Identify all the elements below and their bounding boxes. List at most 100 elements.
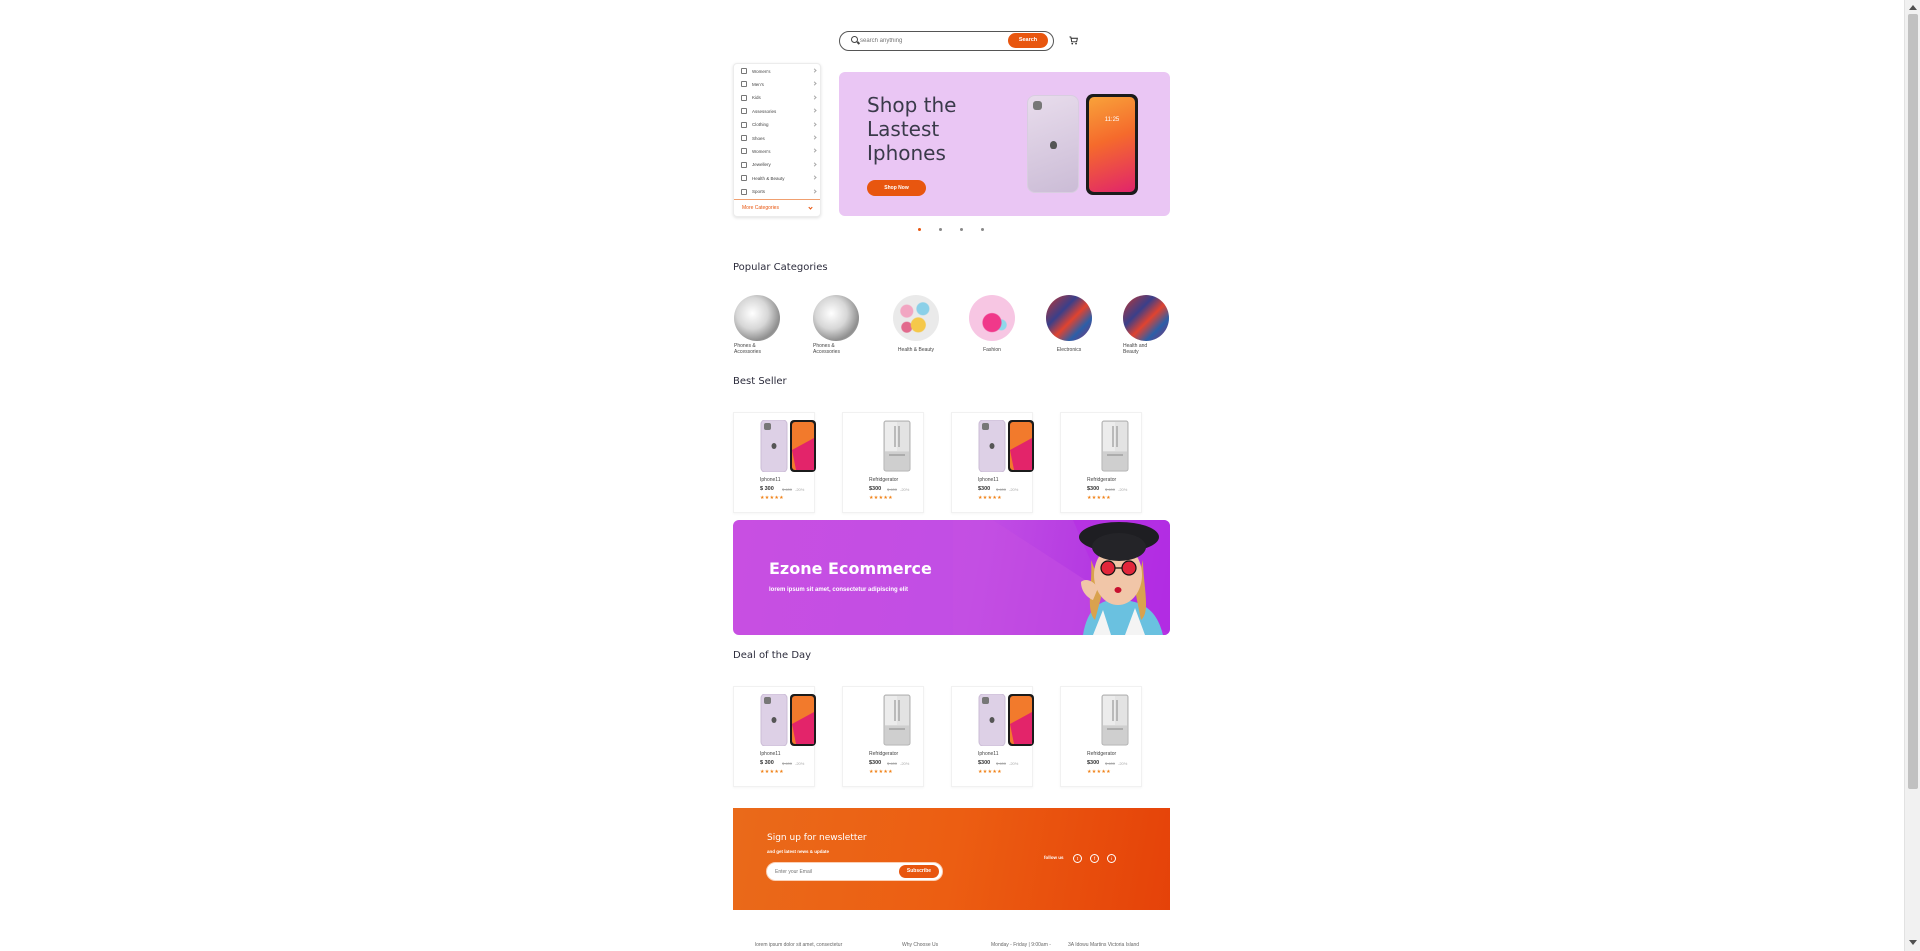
product-name: Iphone11: [760, 751, 781, 757]
search-input[interactable]: [860, 34, 1000, 48]
twitter-icon[interactable]: t: [1073, 854, 1082, 863]
product-old-price: $ 400: [996, 761, 1007, 766]
glasses-icon: [741, 108, 747, 115]
category-item[interactable]: Clothing: [741, 120, 817, 130]
product-discount: -20%: [1009, 761, 1019, 766]
promo-banner[interactable]: Ezone Ecommerce lorem ipsum sit amet, co…: [733, 520, 1170, 635]
ring-icon: [741, 161, 747, 168]
beauty-icon: [741, 175, 747, 182]
category-image: [1046, 295, 1092, 341]
category-label: Sports: [752, 189, 766, 195]
product-discount: -20%: [900, 487, 910, 492]
product-price: $300: [1087, 760, 1100, 766]
footer-why-choose-us[interactable]: Why Choose Us: [902, 942, 938, 948]
chevron-right-icon: [812, 135, 817, 140]
category-image: [969, 295, 1015, 341]
shopping-cart-icon[interactable]: [1069, 36, 1078, 45]
category-item[interactable]: Women's: [741, 66, 817, 76]
category-label: Health & Beauty: [752, 175, 785, 181]
product-card[interactable]: Refridgerator $300 $ 400 -20% ★★★★★: [1060, 412, 1142, 513]
refrigerator-image: [869, 694, 929, 746]
search-icon: [851, 36, 858, 43]
product-price: $300: [1087, 486, 1100, 492]
category-item[interactable]: Men's: [741, 79, 817, 89]
category-label: Clothing: [752, 122, 769, 128]
product-card[interactable]: Iphone11 $ 300 $ 400 -20% ★★★★★: [733, 412, 816, 513]
carousel-dot[interactable]: [939, 228, 942, 231]
product-discount: -20%: [900, 761, 910, 766]
product-old-price: $ 400: [887, 761, 898, 766]
category-label: Jewellery: [752, 162, 771, 168]
category-image: [1123, 295, 1169, 341]
chevron-right-icon: [812, 95, 817, 100]
chevron-right-icon: [812, 121, 817, 127]
product-name: Refridgerator: [1087, 751, 1117, 757]
shirt-icon: [741, 81, 747, 88]
newsletter-title: Sign up for newsletter: [767, 833, 867, 843]
category-item[interactable]: Health & Beauty: [741, 173, 817, 183]
category-item[interactable]: Kids: [741, 93, 817, 103]
product-discount: -20%: [1118, 761, 1128, 766]
scrollbar-thumb[interactable]: [1908, 14, 1918, 789]
shop-now-button[interactable]: Shop Now: [867, 180, 926, 196]
category-image: [813, 295, 859, 341]
chevron-right-icon: [812, 68, 817, 73]
popular-categories-title: Popular Categories: [733, 262, 828, 273]
scrollbar[interactable]: [1904, 0, 1920, 951]
email-field[interactable]: [775, 867, 885, 877]
category-item[interactable]: Jewellery: [741, 160, 817, 170]
product-card[interactable]: Refridgerator $300 $ 400 -20% ★★★★★: [842, 412, 924, 513]
deal-of-the-day-title: Deal of the Day: [733, 650, 812, 661]
rating-stars-icon: ★★★★★: [760, 769, 784, 775]
category-item[interactable]: Sports: [741, 187, 817, 197]
hanger-icon: [741, 121, 747, 128]
shoe-icon: [741, 135, 747, 141]
category-label: Women's: [752, 68, 771, 74]
product-card[interactable]: Iphone11 $300 $ 400 -20% ★★★★★: [951, 686, 1034, 787]
popular-category-label: Electronics: [1056, 347, 1082, 353]
scroll-down-arrow-icon[interactable]: [1909, 940, 1917, 945]
product-price: $300: [978, 486, 991, 492]
category-item[interactable]: Shoes: [741, 133, 817, 143]
best-seller-title: Best Seller: [733, 376, 787, 387]
iphone-image: [760, 693, 820, 747]
more-categories-label: More Categories: [742, 205, 779, 211]
category-item[interactable]: Assessories: [741, 106, 817, 116]
carousel-dot[interactable]: [918, 228, 921, 231]
promo-title: Ezone Ecommerce: [769, 559, 932, 578]
subscribe-button[interactable]: Subscribe: [899, 865, 939, 878]
instagram-icon[interactable]: i: [1107, 854, 1116, 863]
popular-category-label: Health and Beauty: [1123, 343, 1148, 355]
refrigerator-image: [1087, 694, 1147, 746]
rating-stars-icon: ★★★★★: [869, 769, 893, 775]
rating-stars-icon: ★★★★★: [869, 495, 893, 501]
popular-category-label: Fashion: [983, 347, 1001, 353]
hero-banner[interactable]: Shop the Lastest Iphones Shop Now 11:25: [839, 72, 1170, 216]
refrigerator-image: [1087, 420, 1147, 472]
rating-stars-icon: ★★★★★: [760, 495, 784, 501]
chevron-right-icon: [812, 148, 817, 154]
category-label: Men's: [752, 81, 764, 87]
search-button[interactable]: Search: [1008, 33, 1048, 48]
carousel-dot[interactable]: [981, 228, 984, 231]
product-price: $300: [869, 486, 882, 492]
location-icon: [741, 148, 747, 155]
scroll-up-arrow-icon[interactable]: [1909, 5, 1917, 10]
category-menu: Women's Men's Kids Assessories Clothing Shoes…: [733, 63, 821, 217]
carousel-dot[interactable]: [960, 228, 963, 231]
category-item[interactable]: Women's: [741, 146, 817, 156]
product-card[interactable]: Iphone11 $ 300 $ 400 -20% ★★★★★: [733, 686, 816, 787]
product-discount: -20%: [1009, 487, 1019, 492]
product-card[interactable]: Refridgerator $300 $ 400 -20% ★★★★★: [842, 686, 924, 787]
footer-about-text: lorem ipsum dolor sit amet, consectetur: [755, 942, 843, 948]
product-old-price: $ 400: [782, 487, 793, 492]
product-card[interactable]: Iphone11 $300 $ 400 -20% ★★★★★: [951, 412, 1034, 513]
rating-stars-icon: ★★★★★: [978, 769, 1002, 775]
product-name: Refridgerator: [1087, 477, 1117, 483]
more-categories-button[interactable]: More Categories: [734, 199, 820, 216]
product-card[interactable]: Refridgerator $300 $ 400 -20% ★★★★★: [1060, 686, 1142, 787]
product-price: $ 300: [760, 760, 774, 766]
follow-us-label: follow us: [1044, 855, 1064, 860]
facebook-icon[interactable]: f: [1090, 854, 1099, 863]
product-old-price: $ 400: [996, 487, 1007, 492]
